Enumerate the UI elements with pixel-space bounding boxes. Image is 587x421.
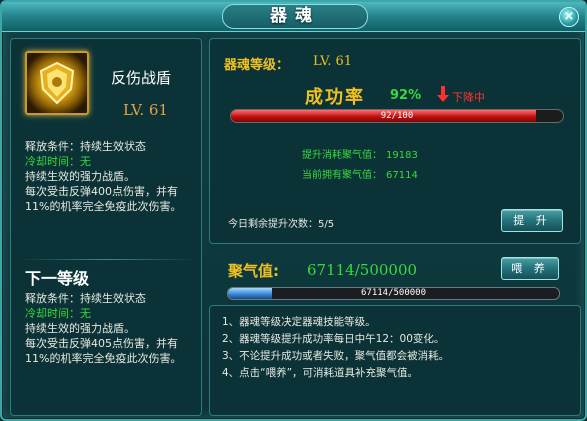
trend-text: 下降中: [452, 91, 485, 104]
divider: [19, 259, 195, 260]
energy-value: 67114/500000: [307, 261, 418, 279]
upgrade-panel: 器魂等级： LV. 61 成功率 92% 下降中 92/100 提升消耗聚气值：…: [209, 38, 581, 244]
skill-desc-line: 持续生效的强力战盾。: [25, 322, 135, 335]
note-item: 2、器魂等级提升成功率每日中午12：00变化。: [222, 333, 445, 345]
qihun-level-label: 器魂等级：: [224, 58, 290, 73]
cooldown-text: 冷却时间：无: [25, 155, 91, 168]
success-rate-value: 92%: [390, 88, 422, 103]
success-rate-label: 成功率: [305, 87, 365, 108]
current-level-info: 释放条件：持续生效状态 冷却时间：无 持续生效的强力战盾。 每次受击反弹400点…: [25, 139, 181, 214]
skill-desc-line: 持续生效的强力战盾。: [25, 170, 135, 183]
title-bar[interactable]: 器魂 ×: [2, 2, 585, 32]
skill-desc-line: 每次受击反弹400点伤害，并有: [25, 185, 178, 198]
close-button[interactable]: ×: [559, 7, 579, 27]
owned-value: 67114: [386, 170, 418, 181]
owned-label: 当前拥有聚气值：: [302, 170, 382, 181]
cost-line: 提升消耗聚气值： 19183: [302, 146, 418, 161]
notes-panel: 1、器魂等级决定器魂技能等级。 2、器魂等级提升成功率每日中午12：00变化。 …: [209, 305, 581, 416]
skill-desc-line: 11%的机率完全免疫此次伤害。: [25, 352, 182, 365]
skill-level: LV. 61: [123, 101, 169, 119]
success-rate-bar: 92/100: [230, 109, 564, 123]
shield-emblem-icon: [25, 51, 89, 115]
feed-button[interactable]: 喂 养: [501, 257, 559, 280]
note-item: 1、器魂等级决定器魂技能等级。: [222, 316, 376, 328]
release-condition: 释放条件：持续生效状态: [25, 292, 146, 305]
notes-list: 1、器魂等级决定器魂技能等级。 2、器魂等级提升成功率每日中午12：00变化。 …: [222, 314, 449, 382]
next-level-info: 释放条件：持续生效状态 冷却时间：无 持续生效的强力战盾。 每次受击反弹405点…: [25, 291, 181, 366]
skill-desc-line: 11%的机率完全免疫此次伤害。: [25, 200, 182, 213]
skill-name: 反伤战盾: [111, 69, 172, 87]
skill-panel: 反伤战盾 LV. 61 释放条件：持续生效状态 冷却时间：无 持续生效的强力战盾…: [10, 38, 202, 416]
note-item: 4、点击“喂养”，可消耗道具补充聚气值。: [222, 367, 419, 379]
release-condition: 释放条件：持续生效状态: [25, 140, 146, 153]
window-title: 器魂: [222, 4, 368, 29]
note-item: 3、不论提升成功或者失败，聚气值都会被消耗。: [222, 350, 450, 362]
owned-line: 当前拥有聚气值： 67114: [302, 166, 418, 181]
energy-bar-text: 67114/500000: [360, 288, 427, 298]
qihun-level-value: LV. 61: [313, 54, 353, 69]
energy-bar: 67114/500000: [227, 287, 560, 300]
success-rate-bar-text: 92/100: [380, 111, 414, 121]
remaining-attempts: 今日剩余提升次数：5/5: [228, 219, 335, 230]
cooldown-text: 冷却时间：无: [25, 307, 91, 320]
cost-label: 提升消耗聚气值：: [302, 150, 382, 161]
down-arrow-icon: [437, 86, 449, 102]
energy-label: 聚气值:: [228, 262, 279, 280]
next-level-title: 下一等级: [25, 269, 90, 288]
qihun-window: 器魂 × 反伤战盾 LV. 61 释放条件：持续生效状态 冷却时间：无 持续生效…: [0, 0, 587, 421]
cost-value: 19183: [386, 150, 418, 161]
upgrade-button[interactable]: 提 升: [501, 209, 563, 232]
skill-desc-line: 每次受击反弹405点伤害，并有: [25, 337, 178, 350]
